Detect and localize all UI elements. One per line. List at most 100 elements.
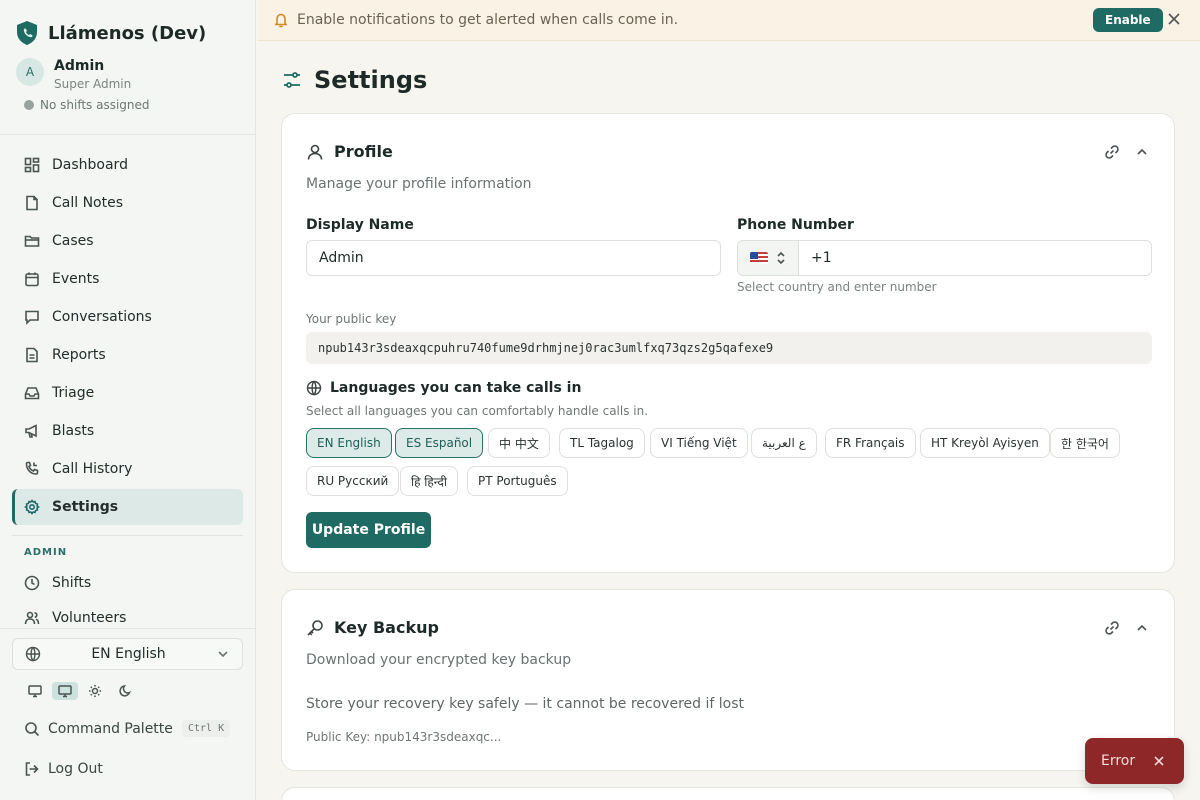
phone-number-input[interactable]: [799, 250, 1151, 266]
next-card: [281, 787, 1175, 800]
sidebar-item-label: Events: [52, 271, 100, 287]
update-profile-button[interactable]: Update Profile: [306, 512, 431, 548]
chevron-up-icon[interactable]: [1134, 620, 1150, 636]
close-icon[interactable]: [1154, 756, 1164, 766]
phone-history-icon: [25, 461, 39, 475]
public-key-label: Your public key: [306, 312, 397, 326]
sidebar-item-triage[interactable]: Triage: [12, 375, 243, 411]
shield-phone-logo-icon: [17, 21, 37, 45]
user-role: Super Admin: [54, 77, 132, 91]
key-backup-card-title: Key Backup: [334, 618, 439, 637]
language-chip-es[interactable]: ES Español: [395, 428, 484, 458]
key-icon: [307, 619, 323, 636]
language-chip-fr[interactable]: FR Français: [825, 428, 916, 458]
language-chip-en[interactable]: EN English: [306, 428, 392, 458]
shift-status: No shifts assigned: [24, 98, 150, 112]
globe-icon: [25, 646, 41, 662]
phone-number-label: Phone Number: [737, 217, 854, 233]
bell-icon: [274, 13, 288, 28]
user-icon: [307, 144, 323, 160]
enable-notifications-button[interactable]: Enable: [1093, 8, 1163, 32]
logout-button[interactable]: Log Out: [24, 761, 103, 777]
page-title: Settings: [282, 66, 427, 94]
us-flag-icon: [750, 252, 768, 264]
divider: [0, 134, 256, 135]
globe-icon: [306, 380, 322, 396]
close-icon[interactable]: [1167, 12, 1181, 26]
moon-icon: [119, 685, 131, 697]
brand: Llámenos (Dev): [16, 20, 206, 46]
language-chip-ht[interactable]: HT Kreyòl Ayisyen: [920, 428, 1050, 458]
language-chip-ar[interactable]: ع العربية: [751, 428, 817, 458]
sun-icon: [89, 685, 101, 697]
folder-icon: [24, 235, 40, 247]
language-chip-pt[interactable]: PT Português: [467, 466, 568, 496]
language-chip-ko[interactable]: 한 한국어: [1050, 428, 1120, 458]
country-select[interactable]: [738, 241, 799, 275]
sidebar-item-conversations[interactable]: Conversations: [12, 299, 243, 335]
shift-status-text: No shifts assigned: [40, 98, 150, 112]
sidebar-item-label: Volunteers: [52, 610, 127, 626]
command-palette-label: Command Palette: [48, 721, 173, 737]
sidebar-item-dashboard[interactable]: Dashboard: [12, 147, 243, 183]
sidebar-item-reports[interactable]: Reports: [12, 337, 243, 373]
sidebar-item-label: Dashboard: [52, 157, 128, 173]
chevron-up-down-icon: [777, 251, 785, 265]
sidebar-item-label: Call Notes: [52, 195, 124, 211]
languages-header: Languages you can take calls in: [306, 380, 581, 396]
theme-desktop-button[interactable]: [52, 682, 78, 700]
theme-light-button[interactable]: [82, 682, 108, 700]
gear-icon: [24, 499, 40, 515]
profile-card: Profile Manage your profile information …: [281, 113, 1175, 573]
file-icon: [26, 195, 38, 211]
language-chip-hi[interactable]: हि हिन्दी: [400, 466, 458, 496]
inbox-icon: [24, 387, 40, 400]
sidebar-item-call-notes[interactable]: Call Notes: [12, 185, 243, 221]
sidebar-item-call-history[interactable]: Call History: [12, 451, 243, 487]
command-palette-button[interactable]: Command Palette: [24, 721, 173, 737]
sidebar-item-cases[interactable]: Cases: [12, 223, 243, 259]
link-icon[interactable]: [1104, 620, 1120, 636]
sidebar-item-label: Conversations: [52, 309, 152, 325]
sidebar-item-volunteers[interactable]: Volunteers: [12, 601, 243, 627]
logout-icon: [25, 762, 39, 776]
display-name-label: Display Name: [306, 217, 414, 233]
banner-text: Enable notifications to get alerted when…: [297, 12, 679, 28]
link-icon[interactable]: [1104, 144, 1120, 160]
sidebar-item-label: Call History: [52, 461, 133, 477]
sidebar-item-shifts[interactable]: Shifts: [12, 565, 243, 601]
sidebar-item-settings[interactable]: Settings: [12, 489, 243, 525]
language-chip-zh[interactable]: 中 中文: [488, 428, 550, 458]
theme-system-button[interactable]: [22, 682, 48, 700]
chevron-down-icon: [218, 651, 228, 658]
language-chip-vi[interactable]: VI Tiếng Việt: [650, 428, 748, 458]
sidebar-item-blasts[interactable]: Blasts: [12, 413, 243, 449]
display-name-input[interactable]: [306, 240, 721, 276]
user-name: Admin: [54, 58, 105, 74]
public-key-value: npub143r3sdeaxqcpuhru740fume9drhmjnej0ra…: [306, 332, 1152, 364]
avatar: A: [16, 58, 44, 86]
monitor-icon: [28, 685, 42, 698]
language-chip-ru[interactable]: RU Русский: [306, 466, 400, 496]
chevron-up-icon[interactable]: [1134, 144, 1150, 160]
megaphone-icon: [25, 424, 37, 438]
app-name: Llámenos (Dev): [48, 22, 207, 44]
user-info: A Admin Super Admin: [16, 58, 131, 94]
sidebar: Llámenos (Dev) A Admin Super Admin No sh…: [0, 0, 256, 800]
report-icon: [26, 347, 38, 363]
settings-sliders-icon: [284, 72, 300, 88]
search-icon: [25, 722, 40, 737]
language-select[interactable]: EN English: [12, 638, 243, 670]
phone-number-field: [737, 240, 1152, 276]
sidebar-item-label: Cases: [52, 233, 94, 249]
divider: [12, 535, 243, 536]
language-chip-tl[interactable]: TL Tagalog: [559, 428, 645, 458]
logout-label: Log Out: [48, 761, 103, 777]
profile-card-header: Profile: [306, 142, 393, 161]
language-select-value: EN English: [91, 646, 166, 662]
error-toast: Error: [1085, 738, 1184, 784]
key-backup-card-header: Key Backup: [306, 618, 439, 637]
dashboard-icon: [24, 157, 40, 173]
sidebar-item-events[interactable]: Events: [12, 261, 243, 297]
theme-dark-button[interactable]: [112, 682, 138, 700]
